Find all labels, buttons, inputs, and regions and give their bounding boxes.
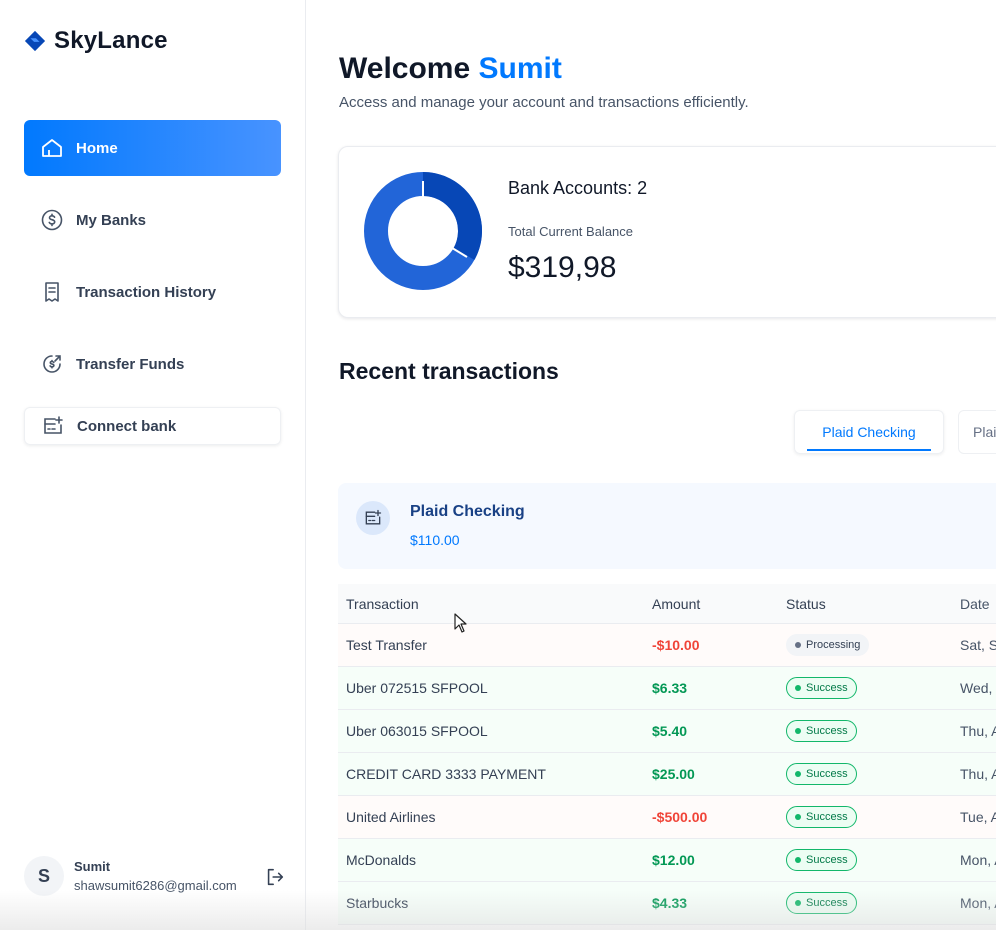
dollar-circle-icon xyxy=(41,209,63,231)
balance-donut-chart xyxy=(364,172,482,290)
total-balance-card: Bank Accounts: 2 Total Current Balance $… xyxy=(338,146,996,318)
status-text: Success xyxy=(806,725,848,737)
sidebar-item-label: Connect bank xyxy=(77,417,177,435)
status-text: Success xyxy=(806,811,848,823)
user-name: Sumit xyxy=(74,859,111,874)
tab-plaid-other[interactable]: Plai xyxy=(958,410,996,454)
sidebar-item-label: Transfer Funds xyxy=(76,355,185,373)
transaction-date: Thu, A xyxy=(960,723,996,739)
table-row[interactable]: Starbucks $4.33 Success Mon, A xyxy=(338,882,996,925)
transaction-name: Uber 063015 SFPOOL xyxy=(346,723,488,739)
table-row[interactable]: McDonalds $12.00 Success Mon, A xyxy=(338,839,996,882)
status-text: Success xyxy=(806,682,848,694)
transaction-date: Wed, J xyxy=(960,680,996,696)
main-content: Welcome Sumit Access and manage your acc… xyxy=(306,0,996,930)
page-subtitle: Access and manage your account and trans… xyxy=(339,94,749,111)
transaction-name: McDonalds xyxy=(346,852,417,868)
transaction-name: Uber 072515 SFPOOL xyxy=(346,680,488,696)
status-dot-icon xyxy=(795,642,801,648)
bank-account-info: Plaid Checking $110.00 xyxy=(338,483,996,569)
transaction-amount: -$500.00 xyxy=(652,809,708,825)
app-name: SkyLance xyxy=(54,27,168,54)
total-balance-label: Total Current Balance xyxy=(508,224,634,239)
status-text: Success xyxy=(806,897,848,909)
status-text: Processing xyxy=(806,639,861,651)
transaction-date: Sat, Se xyxy=(960,637,996,653)
status-dot-icon xyxy=(795,771,801,777)
status-badge: Success xyxy=(786,849,857,871)
logout-icon[interactable] xyxy=(264,866,286,888)
sidebar-item-transfer-funds[interactable]: Transfer Funds xyxy=(24,336,281,392)
transactions-table: Transaction Amount Status Date Test Tran… xyxy=(338,584,996,925)
recent-transactions-title: Recent transactions xyxy=(339,358,559,384)
money-send-icon xyxy=(43,355,61,373)
table-row[interactable]: Uber 063015 SFPOOL $5.40 Success Thu, A xyxy=(338,710,996,753)
transaction-amount: $5.40 xyxy=(652,723,688,739)
bank-accounts-count: Bank Accounts: 2 xyxy=(508,178,648,198)
status-dot-icon xyxy=(795,728,801,734)
sidebar-item-my-banks[interactable]: My Banks xyxy=(24,192,281,248)
sidebar-item-label: My Banks xyxy=(76,211,147,229)
status-dot-icon xyxy=(795,685,801,691)
user-info: Sumit shawsumit6286@gmail.com xyxy=(74,859,237,893)
transaction-amount: -$10.00 xyxy=(652,637,700,653)
status-dot-icon xyxy=(795,857,801,863)
bank-card-icon xyxy=(356,501,390,535)
avatar: S xyxy=(24,856,64,896)
welcome-name: Sumit xyxy=(478,52,562,85)
transaction-amount: $6.33 xyxy=(652,680,688,696)
sidebar-item-label: Home xyxy=(76,139,118,157)
status-badge: Success xyxy=(786,892,857,914)
transaction-date: Tue, A xyxy=(960,809,996,825)
sidebar: SkyLance Home My Banks Transaction Histo… xyxy=(0,0,306,930)
status-dot-icon xyxy=(795,900,801,906)
logo[interactable]: SkyLance xyxy=(24,27,168,55)
transaction-name: CREDIT CARD 3333 PAYMENT xyxy=(346,766,546,782)
welcome-prefix: Welcome xyxy=(339,52,471,85)
user-profile: S Sumit shawsumit6286@gmail.com xyxy=(24,856,286,896)
status-text: Success xyxy=(806,768,848,780)
status-text: Success xyxy=(806,854,848,866)
status-badge: Success xyxy=(786,806,857,828)
receipt-icon xyxy=(45,282,59,302)
transaction-amount: $25.00 xyxy=(652,766,695,782)
status-badge: Success xyxy=(786,720,857,742)
transaction-name: Test Transfer xyxy=(346,637,427,653)
header-transaction: Transaction xyxy=(346,595,419,612)
header-date: Date xyxy=(960,595,990,612)
status-dot-icon xyxy=(795,814,801,820)
home-icon xyxy=(42,139,62,157)
status-badge: Success xyxy=(786,763,857,785)
header-amount: Amount xyxy=(652,595,701,612)
user-email: shawsumit6286@gmail.com xyxy=(74,878,237,893)
account-balance: $110.00 xyxy=(410,532,460,548)
table-header: Transaction Amount Status Date xyxy=(338,584,996,624)
sidebar-item-transaction-history[interactable]: Transaction History xyxy=(24,264,281,320)
connect-bank-icon xyxy=(44,416,63,434)
transaction-date: Thu, A xyxy=(960,766,996,782)
table-row[interactable]: CREDIT CARD 3333 PAYMENT $25.00 Success … xyxy=(338,753,996,796)
app-root: SkyLance Home My Banks Transaction Histo… xyxy=(0,0,996,930)
tab-plaid-checking[interactable]: Plaid Checking xyxy=(794,410,944,454)
sidebar-item-home[interactable]: Home xyxy=(24,120,281,176)
transaction-amount: $4.33 xyxy=(652,895,688,911)
page-title: Welcome Sumit xyxy=(339,52,562,86)
transaction-date: Mon, A xyxy=(960,895,996,911)
status-badge: Success xyxy=(786,677,857,699)
status-badge: Processing xyxy=(786,634,870,656)
table-row[interactable]: Uber 072515 SFPOOL $6.33 Success Wed, J xyxy=(338,667,996,710)
table-row[interactable]: United Airlines -$500.00 Success Tue, A xyxy=(338,796,996,839)
logo-icon xyxy=(24,30,46,52)
sidebar-item-label: Transaction History xyxy=(76,283,217,301)
transaction-name: United Airlines xyxy=(346,809,436,825)
transaction-date: Mon, A xyxy=(960,852,996,868)
transaction-name: Starbucks xyxy=(346,895,409,911)
transaction-amount: $12.00 xyxy=(652,852,695,868)
header-status: Status xyxy=(786,595,826,612)
mouse-cursor-icon xyxy=(454,613,467,633)
table-row[interactable]: Test Transfer -$10.00 Processing Sat, Se xyxy=(338,624,996,667)
account-name: Plaid Checking xyxy=(410,503,525,520)
total-balance-value: $319,98 xyxy=(508,251,617,284)
sidebar-item-connect-bank[interactable]: Connect bank xyxy=(24,407,281,445)
